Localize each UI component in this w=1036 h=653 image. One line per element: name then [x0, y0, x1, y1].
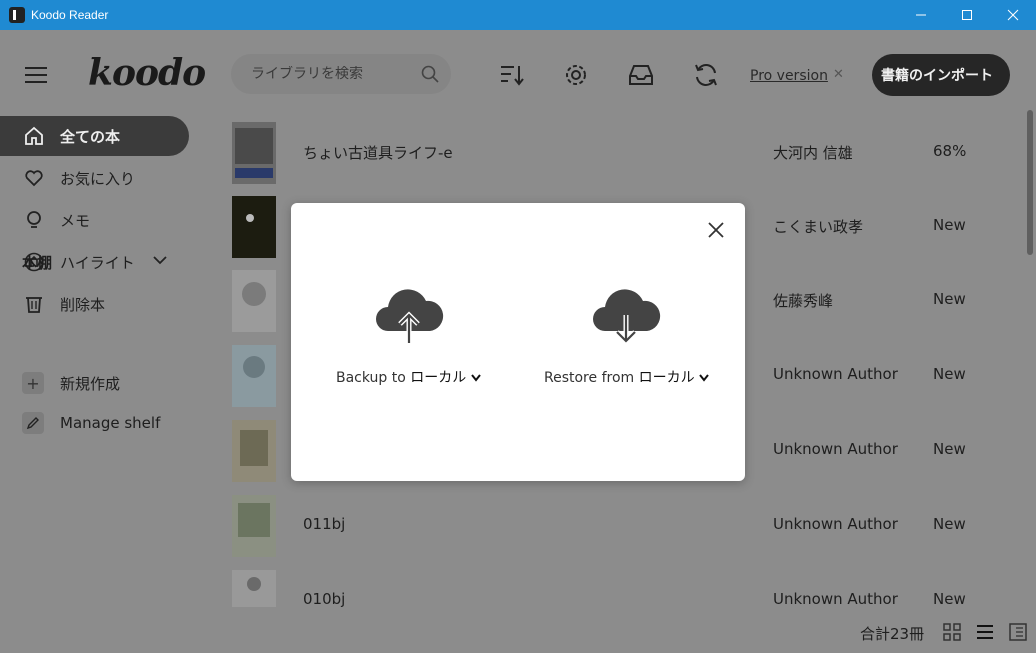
book-progress: New — [933, 216, 966, 234]
sidebar: 全ての本 お気に入り メモ ハイライト 削除本 — [0, 116, 200, 326]
book-title: 011bj — [303, 515, 346, 533]
book-author: Unknown Author — [773, 440, 898, 458]
trash-icon — [24, 294, 44, 314]
chevron-down-icon — [470, 374, 481, 382]
book-progress: New — [933, 515, 966, 533]
book-title: 010bj — [303, 590, 346, 607]
minimize-button[interactable] — [898, 0, 944, 30]
maximize-icon — [962, 10, 972, 20]
import-books-button[interactable]: 書籍のインポート — [872, 54, 1010, 96]
sidebar-item-label: 削除本 — [60, 295, 106, 314]
sidebar-item-all-books[interactable]: 全ての本 — [0, 116, 189, 156]
table-row[interactable]: 010bj Unknown Author New — [232, 570, 992, 607]
pro-version-link[interactable]: Pro version — [750, 68, 828, 84]
search-box[interactable] — [231, 54, 451, 94]
manage-shelf-label: Manage shelf — [60, 414, 161, 432]
window-title: Koodo Reader — [31, 8, 109, 22]
book-author: Unknown Author — [773, 365, 898, 383]
plus-icon: + — [22, 372, 44, 394]
new-shelf-button[interactable]: + 新規作成 — [22, 372, 120, 394]
book-progress: New — [933, 590, 966, 607]
backup-label: Backup to — [336, 370, 406, 386]
close-icon — [1007, 9, 1019, 21]
edit-icon — [22, 412, 44, 434]
book-author: 大河内 信雄 — [773, 144, 853, 162]
book-title: ちょい古道具ライフ-e — [303, 144, 453, 162]
book-cover — [232, 122, 276, 184]
restore-option[interactable]: Restore from ローカル — [544, 367, 709, 387]
cloud-upload-icon[interactable] — [374, 281, 444, 345]
book-author: こくまい政孝 — [773, 218, 864, 236]
book-cover — [232, 345, 276, 407]
table-row[interactable]: ちょい古道具ライフ-e 大河内 信雄 68% — [232, 122, 992, 184]
app-icon — [9, 7, 25, 23]
book-cover — [232, 570, 276, 607]
heart-icon — [24, 168, 44, 188]
book-progress: 68% — [933, 142, 967, 160]
book-progress: New — [933, 290, 966, 308]
close-icon[interactable] — [707, 221, 725, 239]
book-cover — [232, 495, 276, 557]
book-author: Unknown Author — [773, 590, 898, 607]
settings-icon[interactable] — [563, 62, 589, 88]
minimize-icon — [916, 14, 926, 16]
restore-label: Restore from — [544, 370, 635, 386]
inbox-icon[interactable] — [628, 62, 654, 88]
restore-target-select[interactable]: ローカル — [639, 370, 695, 386]
cover-view-icon[interactable] — [1008, 622, 1028, 642]
home-icon — [24, 126, 44, 146]
search-icon[interactable] — [421, 65, 439, 83]
bulb-icon — [24, 210, 44, 230]
book-cover — [232, 270, 276, 332]
title-bar: Koodo Reader — [0, 0, 1036, 30]
new-shelf-label: 新規作成 — [60, 374, 121, 393]
book-cover — [232, 196, 276, 258]
close-window-button[interactable] — [990, 0, 1036, 30]
menu-icon[interactable] — [25, 67, 47, 83]
sidebar-item-trash[interactable]: 削除本 — [0, 284, 189, 324]
sidebar-item-notes[interactable]: メモ — [0, 200, 189, 240]
book-count: 合計23冊 — [860, 625, 925, 643]
book-progress: New — [933, 440, 966, 458]
table-row[interactable]: 011bj Unknown Author New — [232, 495, 992, 557]
chevron-down-icon — [699, 374, 709, 382]
scrollbar[interactable] — [1027, 110, 1033, 255]
sort-icon[interactable] — [499, 62, 525, 88]
book-author: Unknown Author — [773, 515, 898, 533]
cloud-download-icon[interactable] — [591, 281, 661, 345]
sync-icon[interactable] — [693, 62, 719, 88]
grid-view-icon[interactable] — [942, 622, 962, 642]
sidebar-item-label: 全ての本 — [60, 127, 121, 146]
sidebar-item-label: お気に入り — [60, 169, 136, 188]
book-author: 佐藤秀峰 — [773, 292, 834, 310]
maximize-button[interactable] — [944, 0, 990, 30]
shelf-section-title: 本棚 — [22, 254, 53, 272]
sidebar-item-favorites[interactable]: お気に入り — [0, 158, 189, 198]
list-view-icon[interactable] — [975, 622, 995, 642]
manage-shelf-button[interactable]: Manage shelf — [22, 412, 160, 434]
backup-dialog: Backup to ローカル Restore from ローカル — [291, 203, 745, 481]
search-input[interactable] — [251, 66, 411, 82]
close-icon[interactable]: ✕ — [833, 67, 844, 82]
chevron-down-icon[interactable] — [152, 254, 168, 266]
book-progress: New — [933, 365, 966, 383]
backup-target-select[interactable]: ローカル — [410, 370, 466, 386]
book-cover — [232, 420, 276, 482]
sidebar-item-label: メモ — [60, 211, 91, 230]
app-logo: koodo — [88, 52, 206, 94]
backup-option[interactable]: Backup to ローカル — [336, 367, 481, 387]
sidebar-item-label: ハイライト — [60, 253, 135, 272]
